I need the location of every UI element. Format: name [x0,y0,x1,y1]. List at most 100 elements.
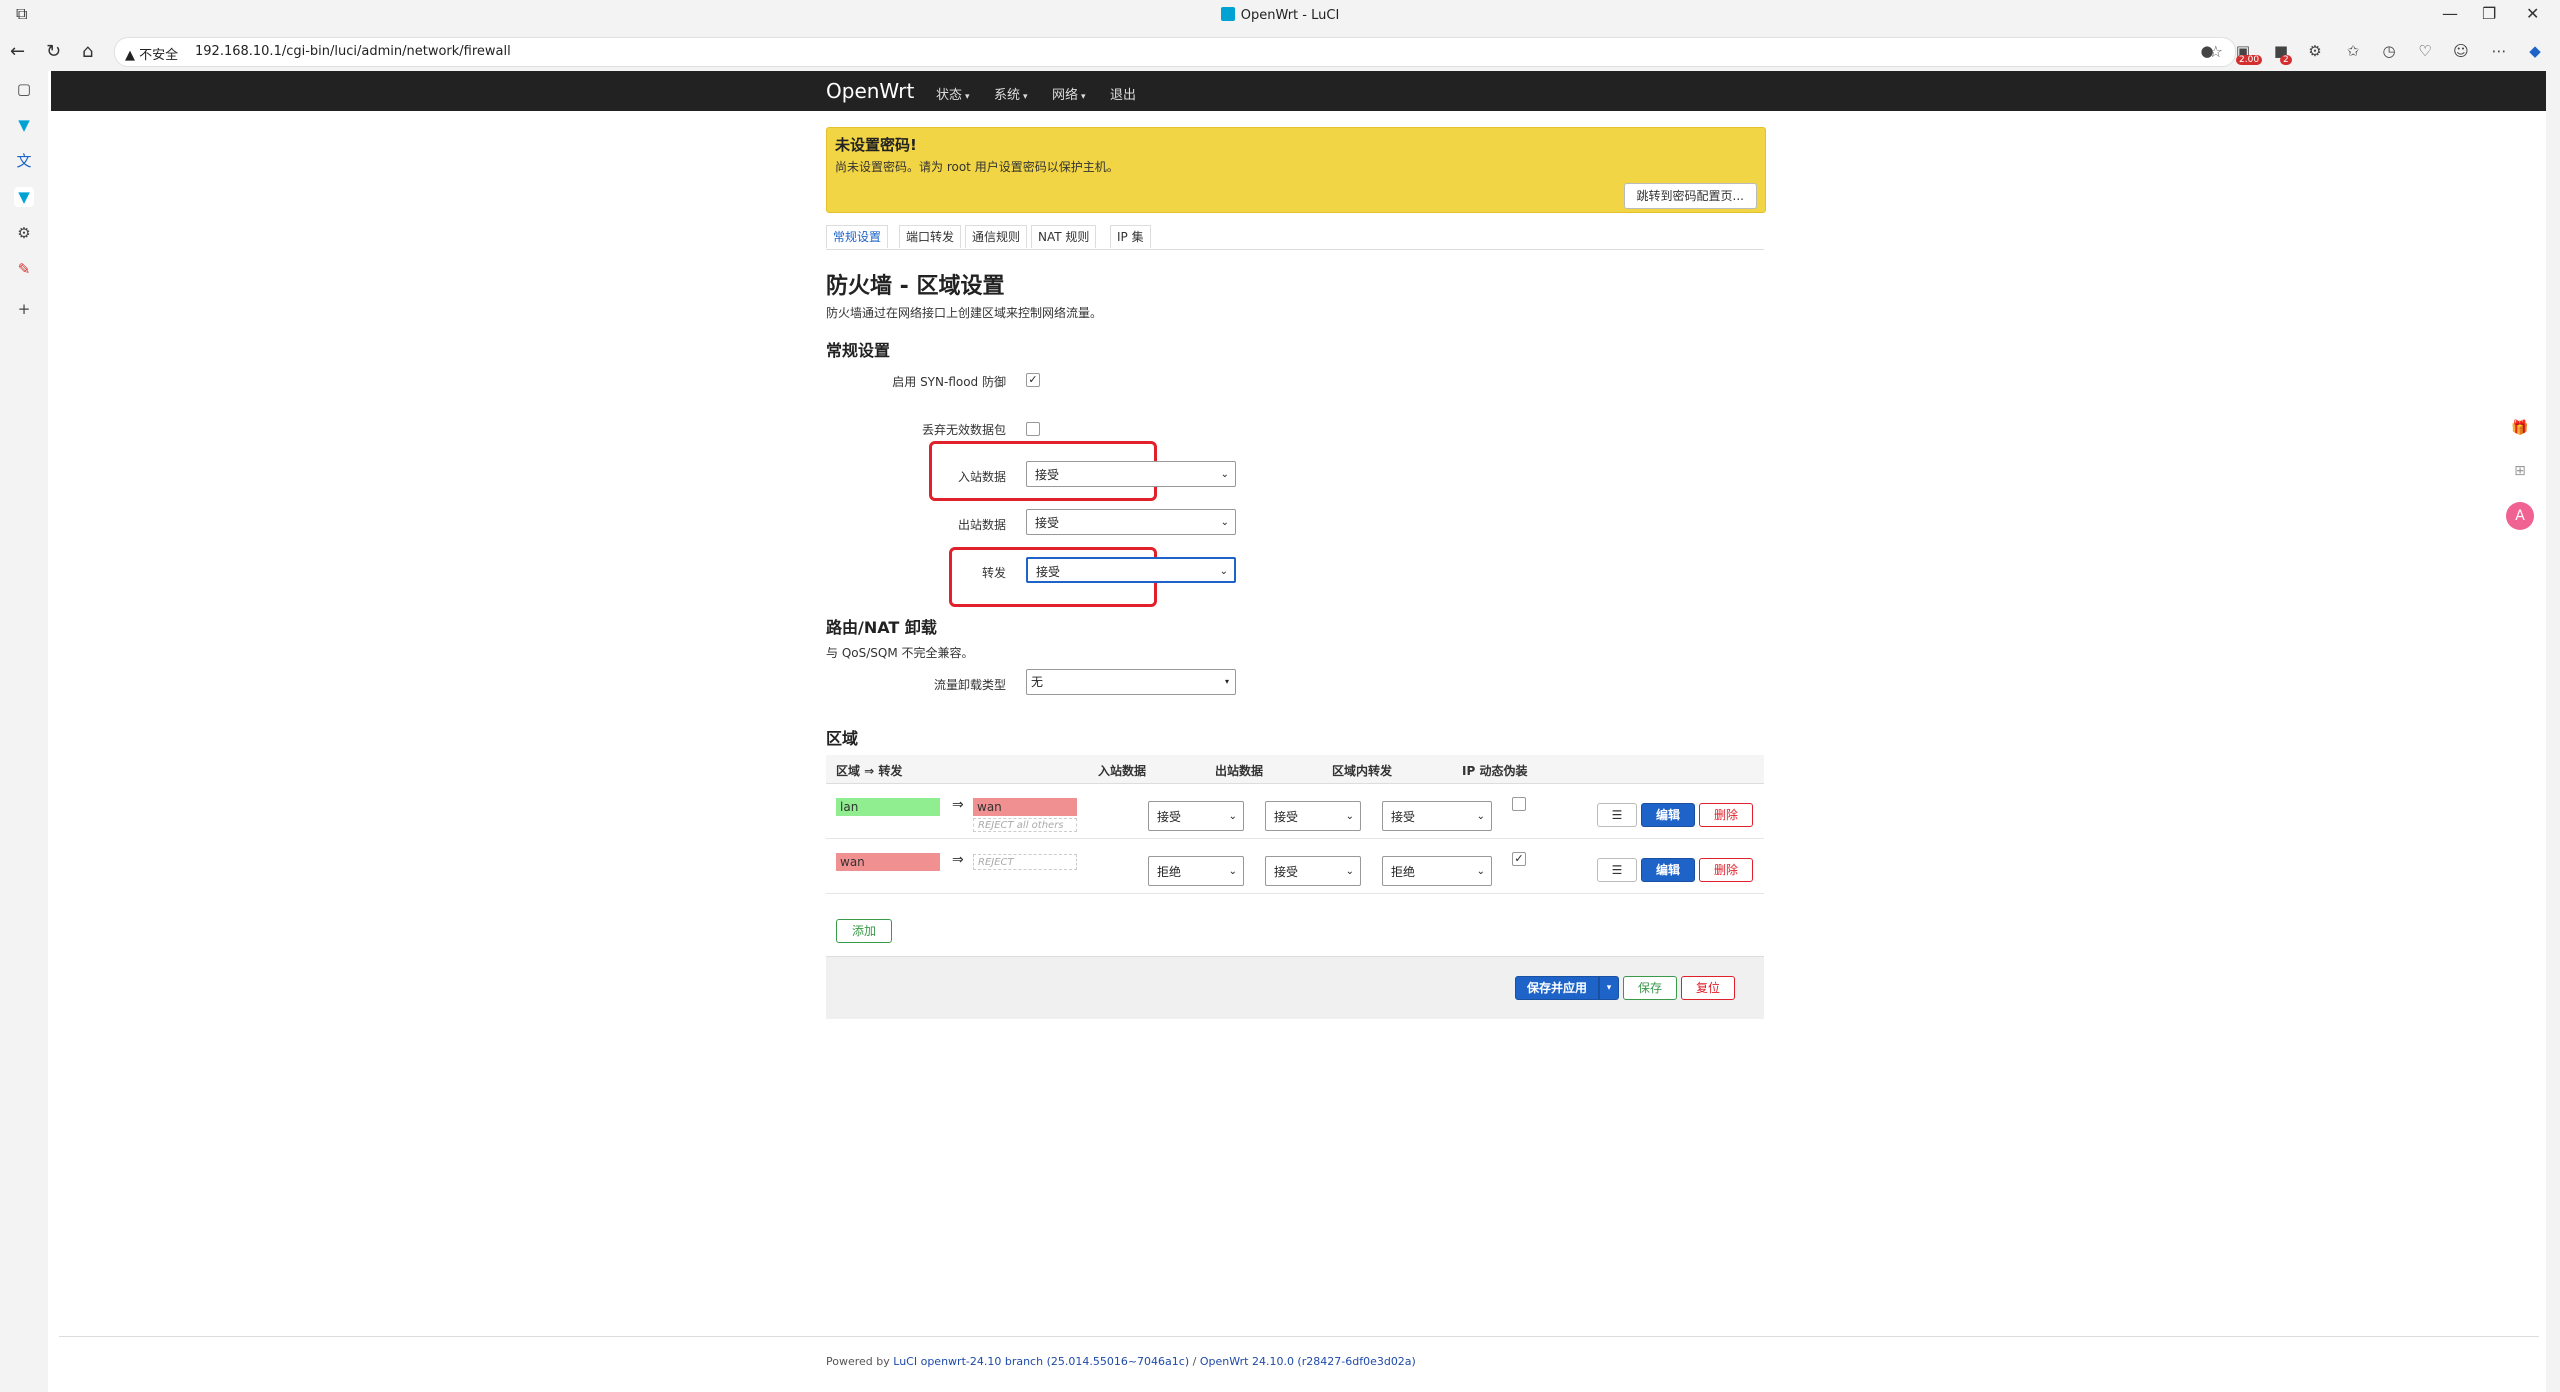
gift-icon[interactable]: 🎁 [2506,414,2534,442]
footer-separator: / [1192,1355,1197,1368]
more-menu-icon[interactable]: ⋯ [2490,42,2508,60]
zones-table-header: 区域 ⇒ 转发 入站数据 出站数据 区域内转发 IP 动态伪装 [826,755,1764,784]
lan-delete-button[interactable]: 删除 [1699,803,1753,827]
close-window-icon[interactable]: ✕ [2526,4,2539,23]
menu-network-label: 网络 [1052,88,1079,103]
input-policy-select[interactable]: 接受 ⌄ [1026,461,1236,487]
forward-policy-label: 转发 [981,566,1006,580]
home-icon[interactable]: ⌂ [82,41,93,62]
wan-masq-checkbox[interactable]: ✓ [1512,852,1526,866]
window-title: OpenWrt - LuCI [0,7,2560,23]
forward-default-note: REJECT [973,854,1077,870]
history-icon[interactable]: ◷ [2380,42,2398,60]
tab-port-forwards[interactable]: 端口转发 [899,225,962,248]
vertical-tab-red-icon[interactable]: ✎ [14,259,34,279]
wan-output-value: 接受 [1274,865,1299,879]
tab-nat-rules[interactable]: NAT 规则 [1031,225,1097,248]
restore-icon[interactable]: ❐ [2482,4,2496,23]
col-zone-forward: 区域 ⇒ 转发 [836,764,903,778]
luci-favicon-icon [1220,7,1235,21]
translate-float-icon[interactable]: A [2506,502,2534,530]
brand-logo[interactable]: OpenWrt [826,79,914,103]
tab-general[interactable]: 常规设置 [826,225,889,248]
input-policy-value: 接受 [1035,468,1060,482]
actions-bar: 保存并应用 ▾ 保存 复位 [826,956,1764,1019]
vertical-tab-translate-icon[interactable]: 文 [14,151,34,171]
tab-bar: 常规设置 端口转发 通信规则 NAT 规则 IP 集 [826,225,1764,250]
zone-wan-badge: wan [836,853,940,871]
save-apply-dropdown-icon[interactable]: ▾ [1599,976,1619,1000]
minimize-icon[interactable]: — [2442,4,2458,23]
offload-type-select[interactable]: 无 ▾ [1026,669,1236,695]
goto-password-button[interactable]: 跳转到密码配置页... [1623,183,1757,209]
col-intra-forward: 区域内转发 [1332,764,1393,778]
syn-flood-label: 启用 SYN-flood 防御 [892,375,1006,389]
menu-network[interactable]: 网络 ▾ [1052,84,1086,103]
caret-down-icon: ▾ [1081,92,1086,102]
save-button[interactable]: 保存 [1623,976,1677,1000]
lan-masq-checkbox[interactable] [1512,797,1526,811]
reset-button[interactable]: 复位 [1681,976,1735,1000]
chevron-down-icon: ⌄ [1219,566,1228,577]
lan-intra-select[interactable]: 接受 ⌄ [1382,801,1492,831]
browser-essentials-icon[interactable]: ♡ [2416,42,2434,60]
forward-target-wan: wan [973,798,1077,816]
wan-edit-button[interactable]: 编辑 [1641,858,1695,882]
caret-down-icon: ▾ [1224,677,1229,686]
forward-policy-select[interactable]: 接受 ⌄ [1026,557,1236,583]
output-policy-select[interactable]: 接受 ⌄ [1026,509,1236,535]
general-section-title: 常规设置 [826,341,891,360]
apps-icon[interactable]: ⊞ [2506,457,2534,485]
lan-output-select[interactable]: 接受 ⌄ [1265,801,1361,831]
wan-input-value: 拒绝 [1157,865,1182,879]
vertical-tab-luci-active-icon[interactable]: ▼ [14,187,34,207]
wan-intra-value: 拒绝 [1391,865,1416,879]
browser-toolbar: ← ↻ ⌂ ▲ 不安全 192.168.10.1/cgi-bin/luci/ad… [0,33,2560,71]
menu-logout[interactable]: 退出 [1110,84,1136,103]
menu-system[interactable]: 系统 ▾ [994,84,1028,103]
url-text[interactable]: 192.168.10.1/cgi-bin/luci/admin/network/… [195,44,511,59]
lan-drag-menu-button[interactable]: ☰ [1597,803,1637,827]
wan-drag-menu-button[interactable]: ☰ [1597,858,1637,882]
lan-input-value: 接受 [1157,810,1182,824]
back-icon[interactable]: ← [10,41,25,62]
lan-input-select[interactable]: 接受 ⌄ [1148,801,1244,831]
openwrt-version-link[interactable]: OpenWrt 24.10.0 (r28427-6df0e3d02a) [1200,1355,1416,1368]
syn-flood-checkbox[interactable]: ✓ [1026,373,1040,387]
menu-status[interactable]: 状态 ▾ [936,84,970,103]
lan-edit-button[interactable]: 编辑 [1641,803,1695,827]
address-bar[interactable]: ▲ 不安全 192.168.10.1/cgi-bin/luci/admin/ne… [114,37,2236,67]
wan-delete-button[interactable]: 删除 [1699,858,1753,882]
forward-arrow: ⇒ [952,797,964,813]
tab-actions-icon[interactable]: ▢ [14,79,34,99]
wan-intra-select[interactable]: 拒绝 ⌄ [1382,856,1492,886]
chevron-down-icon: ⌄ [1476,866,1485,877]
vertical-tab-luci-icon[interactable]: ▼ [14,115,34,135]
offload-type-value: 无 [1031,675,1044,689]
wan-input-select[interactable]: 拒绝 ⌄ [1148,856,1244,886]
profile-icon[interactable]: ☺ [2452,42,2470,60]
extensions-icon[interactable]: ⚙ [2306,42,2324,60]
drop-invalid-checkbox[interactable] [1026,422,1040,436]
vertical-tab-settings-icon[interactable]: ⚙ [14,223,34,243]
favorites-icon[interactable]: ✩ [2344,42,2362,60]
refresh-icon[interactable]: ↻ [46,41,61,62]
col-input: 入站数据 [1098,764,1147,778]
new-tab-icon[interactable]: + [14,299,34,319]
lan-intra-value: 接受 [1391,810,1416,824]
copilot-icon[interactable]: ◆ [2526,42,2544,60]
tab-traffic-rules[interactable]: 通信规则 [965,225,1028,248]
save-apply-button[interactable]: 保存并应用 [1515,976,1599,1000]
check-icon: ✓ [1514,852,1524,865]
security-warning[interactable]: ▲ 不安全 [125,44,178,63]
luci-version-link[interactable]: LuCI openwrt-24.10 branch (25.014.55016~… [893,1355,1189,1368]
output-policy-value: 接受 [1035,516,1060,530]
extension-circle-icon[interactable]: ● [2198,42,2216,60]
tab-ipsets[interactable]: IP 集 [1110,225,1151,248]
menu-status-label: 状态 [936,88,963,103]
footer-divider [59,1336,2539,1337]
add-zone-button[interactable]: 添加 [836,919,892,943]
wan-output-select[interactable]: 接受 ⌄ [1265,856,1361,886]
chevron-down-icon: ⌄ [1228,811,1237,822]
input-policy-label: 入站数据 [957,470,1006,484]
